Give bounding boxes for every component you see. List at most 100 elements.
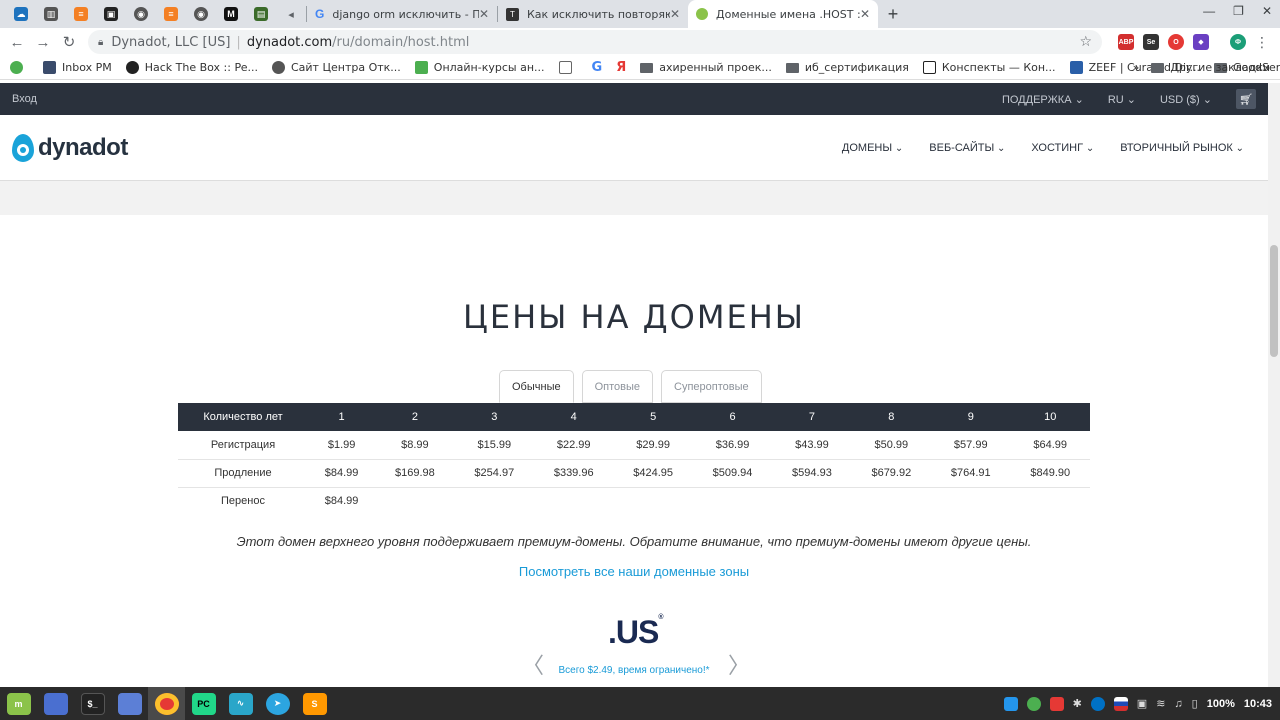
page-scrollbar[interactable] [1268,83,1280,687]
cart-icon[interactable]: 🛒︎ [1236,89,1256,109]
bookmark-star-icon[interactable]: ☆ [1079,34,1092,50]
scrollbar-thumb[interactable] [1270,245,1278,357]
currency-dropdown[interactable]: USD ($) ⌄ [1160,93,1212,106]
table-row: Перенос $84.99 [178,487,1090,515]
pinned-tab[interactable]: ≡ [156,0,186,28]
tab-habr[interactable]: T Как исключить повторяющие ✕ [498,0,688,28]
bookmark-item[interactable] [558,61,578,74]
battery-icon[interactable]: ▯ [1192,697,1198,710]
dynadot-logo[interactable]: dynadot [12,133,128,162]
taskbar-app[interactable]: S [296,687,333,720]
tab-title: Как исключить повторяющие [527,7,670,21]
pinned-tab[interactable]: ▥ [36,0,66,28]
intel-icon[interactable] [1090,696,1105,711]
nav-domains[interactable]: ДОМЕНЫ [842,142,903,154]
nav-hosting[interactable]: ХОСТИНГ [1031,142,1094,154]
year-header: 5 [613,403,693,431]
pinned-tab-muted[interactable]: ◂ [276,0,306,28]
reload-icon[interactable]: ↻ [56,33,82,51]
nav-websites[interactable]: ВЕБ-САЙТЫ [929,142,1005,154]
tab-dynadot[interactable]: Доменные имена .HOST : Регистрация ✕ [688,0,878,28]
menu-dots-icon[interactable]: ⋮ [1255,34,1269,51]
docker-icon[interactable] [1003,696,1018,711]
pinned-tab[interactable]: M [216,0,246,28]
address-bar[interactable]: 🔒︎ Dynadot, LLC [US] | dynadot.com /ru/d… [88,30,1102,54]
pinned-tab[interactable]: ▣ [96,0,126,28]
restore-icon[interactable]: ❐ [1233,4,1244,18]
selenium-icon[interactable]: Se [1143,34,1159,50]
bookmark-item[interactable]: Конспекты — Кон... [922,61,1056,74]
forward-arrow-icon[interactable]: → [30,34,56,51]
bookmark-item[interactable]: Hack The Box :: Pe... [125,61,258,74]
price-cell [455,487,534,515]
language-dropdown[interactable]: RU ⌄ [1108,93,1136,106]
taskbar-app[interactable] [37,687,74,720]
pinned-tabs: ☁ ▥ ≡ ▣ ◉ ≡ ◉ M ▤ ◂ [0,0,306,28]
pinned-tab[interactable]: ◉ [126,0,156,28]
minimize-icon[interactable]: — [1203,4,1215,18]
price-cell [772,487,851,515]
price-cell: $764.91 [931,459,1011,488]
site-header: dynadot ДОМЕНЫ ВЕБ-САЙТЫ ХОСТИНГ ВТОРИЧН… [0,115,1268,181]
clipboard-icon[interactable]: ▣ [1137,697,1147,710]
tab-google-search[interactable]: G django orm исключить - Поиск ✕ [307,0,497,28]
pinned-tab[interactable]: ☁ [6,0,36,28]
new-tab-button[interactable]: + [878,0,908,28]
close-window-icon[interactable]: ✕ [1262,4,1272,18]
bookmark-folder[interactable]: ахиренный проек... [640,61,772,74]
taskbar-menu[interactable]: m [0,687,37,720]
close-tab-icon[interactable]: ✕ [670,7,680,21]
sound-icon[interactable]: ♫ [1174,698,1182,710]
bookmark-app[interactable] [10,61,29,74]
bookmark-folder[interactable]: иб_сертификация [785,61,909,74]
pinned-tab[interactable]: ≡ [66,0,96,28]
profile-avatar-icon[interactable]: Ф [1230,34,1246,50]
wifi-icon[interactable]: ≋ [1156,697,1165,710]
all-zones-link[interactable]: Посмотреть все наши доменные зоны [0,564,1268,579]
year-header: 3 [454,403,535,431]
nav-aftermarket[interactable]: ВТОРИЧНЫЙ РЫНОК [1120,142,1244,154]
price-cell: $1.99 [308,431,376,460]
desktop-icon [43,692,68,715]
opera-icon[interactable]: O [1168,34,1184,50]
pycharm-icon: PC [191,692,216,715]
keyboard-layout-icon[interactable] [1113,696,1128,711]
bookmark-item[interactable]: Онлайн-курсы ан... [414,61,545,74]
adblock-icon[interactable]: ABP [1118,34,1134,50]
tab-bulk[interactable]: Оптовые [581,370,654,403]
bookmark-item[interactable]: Сайт Центра Отк... [271,61,401,74]
lock-icon[interactable]: 🔒︎ [98,37,103,48]
promo-text[interactable]: Всего $2.49, время ограничено!* [0,665,1268,676]
taskbar-app-active[interactable] [148,687,185,720]
bookmark-item[interactable]: Inbox PM [43,61,112,74]
taskbar-app[interactable]: $_ [74,687,111,720]
tab-regular[interactable]: Обычные [499,370,574,403]
support-dropdown[interactable]: ПОДДЕРЖКА ⌄ [1002,93,1084,106]
login-link[interactable]: Вход [12,93,37,105]
edx-icon [414,61,428,74]
back-arrow-icon[interactable]: ← [4,34,30,51]
bookmark-item[interactable]: Я [616,60,626,75]
bookmark-item[interactable]: G [592,60,603,75]
taskbar-app[interactable]: PC [185,687,222,720]
bluetooth-icon[interactable]: ✱ [1073,697,1082,710]
chrome-tray-icon[interactable] [1026,696,1041,711]
dynadot-favicon-icon [696,8,708,20]
pinned-tab[interactable]: ◉ [186,0,216,28]
close-tab-icon[interactable]: ✕ [479,7,489,21]
price-cell: $8.99 [375,431,455,460]
window-controls: — ❐ ✕ [1203,4,1272,18]
bookmark-label: Онлайн-курсы ан... [433,61,545,74]
close-tab-icon[interactable]: ✕ [860,7,870,21]
shield-icon[interactable] [1049,696,1064,711]
taskbar-app[interactable] [111,687,148,720]
clock[interactable]: 10:43 [1244,698,1272,710]
cube-icon[interactable]: ◆ [1193,34,1209,50]
us-domain-logo[interactable]: .US® [608,614,664,651]
more-bookmarks-button[interactable]: » [1133,61,1140,74]
pinned-tab[interactable]: ▤ [246,0,276,28]
tab-super-bulk[interactable]: Супероптовые [661,370,762,403]
taskbar-app[interactable]: ∿ [222,687,259,720]
taskbar-app[interactable]: ➤ [259,687,296,720]
other-bookmarks-folder[interactable]: Другие закладки [1151,61,1270,74]
